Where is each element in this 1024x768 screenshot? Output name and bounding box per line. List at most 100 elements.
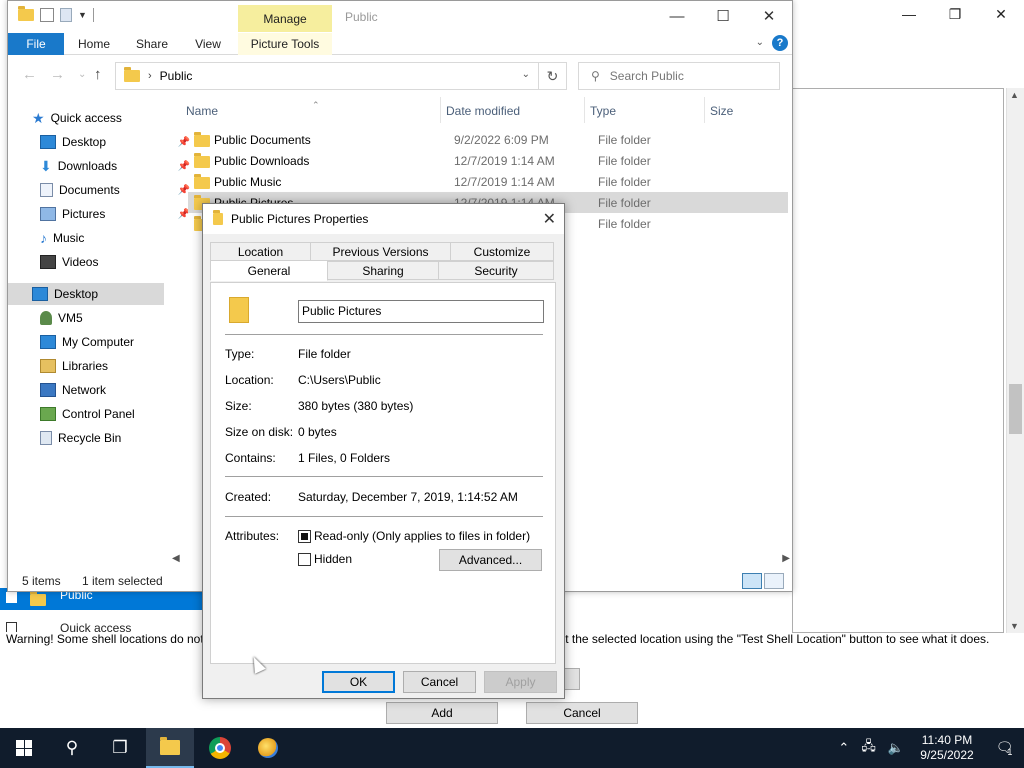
- nav-item-videos[interactable]: Videos: [40, 251, 196, 273]
- taskbar-app[interactable]: [244, 728, 292, 768]
- maximize-button[interactable]: ☐: [700, 1, 746, 31]
- cancel-button[interactable]: Cancel: [526, 702, 638, 724]
- hidden-checkbox[interactable]: [298, 553, 311, 566]
- breadcrumb-chevron-icon[interactable]: ›: [148, 70, 152, 82]
- folder-name-field[interactable]: Public Pictures: [298, 300, 544, 323]
- apply-button[interactable]: Apply: [484, 671, 557, 693]
- nav-item-documents[interactable]: Documents 📌: [40, 179, 196, 201]
- taskbar-file-explorer[interactable]: [146, 728, 194, 768]
- column-divider[interactable]: [440, 97, 441, 123]
- navigation-pane: ★ Quick access Desktop 📌 ⬇ Downloads 📌 D…: [8, 97, 190, 553]
- folder-icon: [124, 67, 140, 82]
- close-button[interactable]: ✕: [978, 0, 1024, 28]
- scroll-up-icon[interactable]: ▲: [1010, 90, 1019, 100]
- recent-locations-icon[interactable]: ⌄: [78, 69, 86, 80]
- readonly-checkbox[interactable]: [298, 530, 311, 543]
- start-button[interactable]: [0, 728, 48, 768]
- table-row[interactable]: Public Downloads 12/7/2019 1:14 AM File …: [188, 150, 788, 171]
- expand-ribbon-icon[interactable]: ⌄: [756, 37, 764, 48]
- nav-item-music[interactable]: ♪ Music: [40, 227, 196, 249]
- scroll-thumb[interactable]: [1009, 384, 1022, 434]
- ok-button[interactable]: OK: [322, 671, 395, 693]
- restore-button[interactable]: ❐: [932, 0, 978, 28]
- column-divider[interactable]: [704, 97, 705, 123]
- column-header-date[interactable]: Date modified: [446, 104, 520, 118]
- nav-item-network[interactable]: Network: [40, 379, 196, 401]
- nav-item-desktop-root[interactable]: Desktop: [8, 283, 164, 305]
- notification-button[interactable]: 🗨 1: [984, 739, 1024, 757]
- tab-security[interactable]: Security: [438, 261, 554, 280]
- address-dropdown-icon[interactable]: ⌄: [522, 69, 530, 80]
- tab-home[interactable]: Home: [70, 33, 118, 55]
- list-item[interactable]: Quick access: [0, 618, 205, 632]
- refresh-button[interactable]: ↻: [539, 62, 567, 90]
- minimize-button[interactable]: —: [654, 1, 700, 31]
- close-button[interactable]: ✕: [746, 1, 792, 31]
- forward-icon[interactable]: →: [50, 66, 65, 83]
- tab-sharing[interactable]: Sharing: [327, 261, 439, 280]
- details-view-icon[interactable]: [742, 573, 762, 589]
- search-input[interactable]: ⚲ Search Public: [578, 62, 780, 90]
- search-button[interactable]: ⚲: [48, 728, 96, 768]
- volume-icon[interactable]: 🔈: [882, 740, 910, 756]
- minimize-button[interactable]: —: [886, 0, 932, 28]
- cancel-button[interactable]: Cancel: [403, 671, 476, 693]
- properties-icon[interactable]: [40, 8, 54, 22]
- manage-tab[interactable]: Manage: [238, 5, 332, 32]
- item-count: 5 items: [22, 574, 61, 588]
- title-bar: ▼ Manage Public — ☐ ✕: [8, 1, 792, 33]
- nav-item-vm5[interactable]: VM5: [40, 307, 196, 329]
- network-icon[interactable]: 🖧: [855, 737, 882, 759]
- add-button[interactable]: Add: [386, 702, 498, 724]
- nav-item-my-computer[interactable]: My Computer: [40, 331, 196, 353]
- tab-picture-tools[interactable]: Picture Tools: [238, 33, 332, 55]
- nav-item-quick-access[interactable]: ★ Quick access: [32, 107, 188, 129]
- task-view-button[interactable]: ❐: [96, 728, 144, 768]
- checkbox[interactable]: [6, 592, 17, 603]
- nav-item-label: Libraries: [62, 359, 109, 373]
- column-header-type[interactable]: Type: [590, 104, 616, 118]
- tab-share[interactable]: Share: [130, 33, 174, 55]
- chevron-up-icon[interactable]: ⌃: [832, 740, 855, 756]
- tab-location[interactable]: Location: [210, 242, 311, 261]
- advanced-button[interactable]: Advanced...: [439, 549, 542, 571]
- tab-previous-versions[interactable]: Previous Versions: [310, 242, 451, 261]
- close-icon[interactable]: ✕: [543, 209, 556, 229]
- column-divider[interactable]: [584, 97, 585, 123]
- scroll-right-icon[interactable]: ▶: [782, 553, 790, 564]
- nav-item-downloads[interactable]: ⬇ Downloads 📌: [40, 155, 196, 177]
- nav-item-pictures[interactable]: Pictures 📌: [40, 203, 196, 225]
- nav-item-label: Downloads: [57, 159, 118, 173]
- breadcrumb-item[interactable]: Public: [160, 69, 193, 83]
- scroll-left-icon[interactable]: ◀: [172, 553, 180, 564]
- table-row[interactable]: Public Documents 9/2/2022 6:09 PM File f…: [188, 129, 788, 150]
- column-header-name[interactable]: ⌃ Name: [186, 100, 320, 118]
- column-header-size[interactable]: Size: [710, 104, 733, 118]
- help-icon[interactable]: ?: [772, 35, 788, 51]
- back-icon[interactable]: ←: [22, 66, 37, 83]
- created-value: Saturday, December 7, 2019, 1:14:52 AM: [298, 490, 518, 504]
- divider: [225, 516, 543, 517]
- address-bar[interactable]: › Public ⌄: [115, 62, 539, 90]
- checkbox[interactable]: [6, 622, 17, 632]
- nav-item-recycle-bin[interactable]: Recycle Bin: [40, 427, 196, 449]
- tab-view[interactable]: View: [186, 33, 230, 55]
- tab-customize[interactable]: Customize: [450, 242, 554, 261]
- clock[interactable]: 11:40 PM 9/25/2022: [910, 733, 984, 763]
- table-row[interactable]: Public Music 12/7/2019 1:14 AM File fold…: [188, 171, 788, 192]
- scroll-down-icon[interactable]: ▼: [1010, 621, 1019, 631]
- chevron-down-icon[interactable]: ▼: [78, 10, 87, 20]
- clock-time: 11:40 PM: [921, 733, 973, 747]
- tab-file[interactable]: File: [8, 33, 64, 55]
- nav-item-libraries[interactable]: Libraries: [40, 355, 196, 377]
- tab-general[interactable]: General: [210, 260, 328, 281]
- large-icons-view-icon[interactable]: [764, 573, 784, 589]
- new-folder-icon[interactable]: [60, 8, 72, 22]
- up-icon[interactable]: ↑: [94, 66, 102, 83]
- nav-item-control-panel[interactable]: Control Panel: [40, 403, 196, 425]
- file-type: File folder: [598, 132, 651, 147]
- location-value: C:\Users\Public: [298, 373, 381, 387]
- taskbar-chrome[interactable]: [196, 728, 244, 768]
- nav-item-desktop[interactable]: Desktop 📌: [40, 131, 196, 153]
- vertical-scrollbar[interactable]: ▲ ▼: [1006, 88, 1024, 633]
